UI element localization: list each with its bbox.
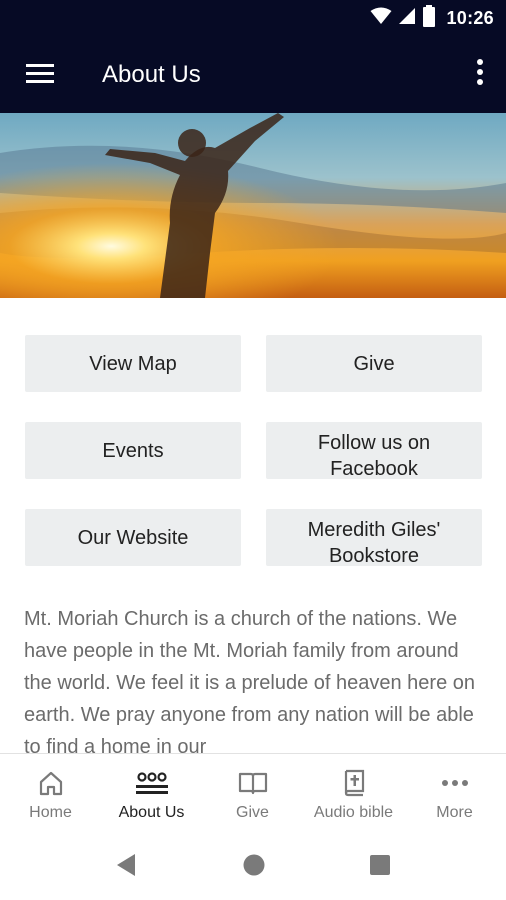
recents-icon[interactable] [367, 852, 393, 878]
bookstore-button[interactable]: Meredith Giles' Bookstore [266, 509, 482, 566]
nav-item-more[interactable]: More [404, 754, 505, 831]
status-time: 10:26 [446, 7, 494, 28]
back-icon[interactable] [113, 852, 139, 878]
view-map-button[interactable]: View Map [25, 335, 241, 392]
bookstore-label: Meredith Giles' Bookstore [307, 519, 441, 566]
facebook-button[interactable]: Follow us on Facebook [266, 422, 482, 479]
nav-label-home: Home [29, 804, 72, 821]
bible-icon [303, 768, 404, 798]
give-label: Give [353, 352, 395, 375]
website-label: Our Website [77, 526, 189, 549]
nav-label-audio-bible: Audio bible [313, 804, 394, 821]
events-button[interactable]: Events [25, 422, 241, 479]
more-vert-icon [476, 58, 484, 90]
system-navigation-bar [0, 830, 506, 900]
nav-item-about-us[interactable]: About Us [101, 754, 202, 831]
nav-label-about-us: About Us [118, 804, 185, 821]
website-button[interactable]: Our Website [25, 509, 241, 566]
home-icon [0, 768, 101, 798]
hero-image [0, 113, 506, 298]
bottom-navigation: Home About Us Give Audio bible More [0, 753, 506, 830]
nav-label-give: Give [236, 804, 269, 821]
app-bar: About Us [0, 36, 506, 113]
about-description: Mt. Moriah Church is a church of the nat… [24, 608, 476, 753]
home-circle-icon[interactable] [241, 852, 267, 878]
signal-icon [398, 7, 416, 30]
nav-item-audio-bible[interactable]: Audio bible [303, 754, 404, 831]
menu-button[interactable] [20, 58, 60, 92]
nav-item-give[interactable]: Give [202, 754, 303, 831]
view-map-label: View Map [89, 352, 177, 375]
hamburger-menu-icon [26, 63, 54, 88]
battery-icon [422, 4, 436, 32]
facebook-label: Follow us on Facebook [317, 432, 431, 479]
people-icon [101, 768, 202, 798]
nav-item-home[interactable]: Home [0, 754, 101, 831]
nav-label-more: More [436, 804, 473, 821]
book-open-icon [202, 768, 303, 798]
wifi-icon [370, 7, 392, 30]
overflow-menu-button[interactable] [468, 56, 492, 92]
more-horiz-icon [404, 768, 505, 798]
page-title: About Us [102, 61, 201, 88]
give-button[interactable]: Give [266, 335, 482, 392]
events-label: Events [102, 439, 164, 462]
status-bar: 10:26 [0, 0, 506, 36]
status-icons: 10:26 [370, 4, 494, 32]
